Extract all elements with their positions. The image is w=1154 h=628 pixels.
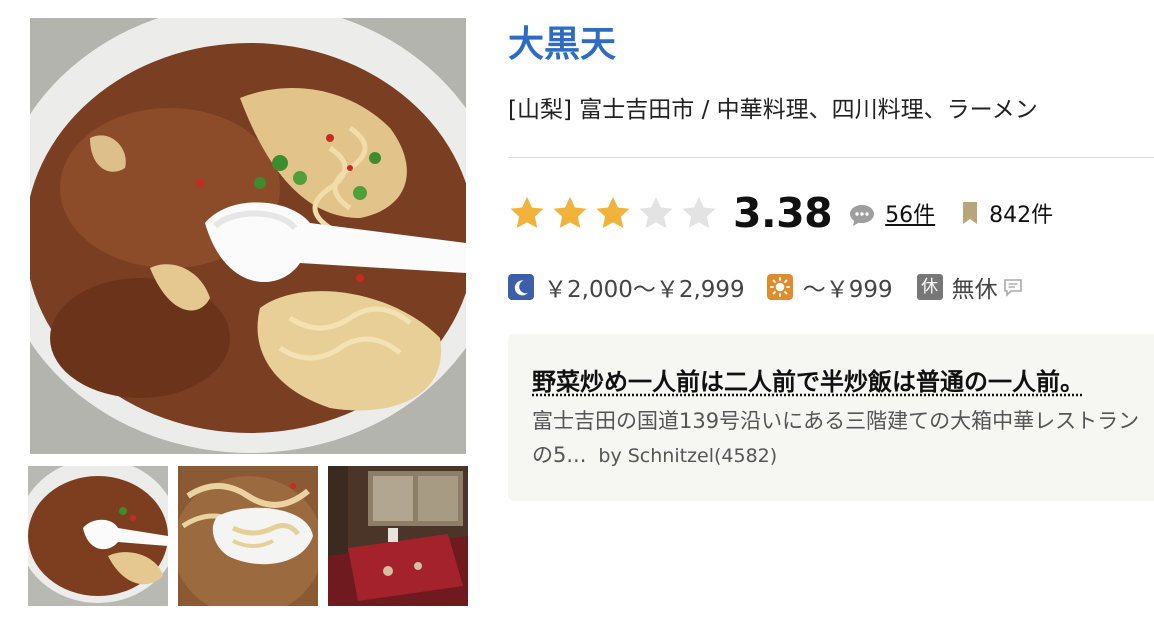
shop-info-panel: 大黒天 [山梨] 富士吉田市 / 中華料理、四川料理、ラーメン 3.38 56件 xyxy=(508,0,1154,628)
noodles-spoon-image xyxy=(178,466,318,606)
review-author-link[interactable]: by Schnitzel(4582) xyxy=(598,445,777,467)
ramen-thumb-image xyxy=(28,466,168,606)
star-rating xyxy=(508,194,723,232)
holiday-text: 無休 xyxy=(952,270,998,304)
bookmark-count: 842件 xyxy=(989,197,1053,229)
sun-icon xyxy=(767,274,793,300)
budget-row: ￥2,000～￥2,999 ～￥999 休 無休 xyxy=(508,267,1024,307)
shop-name-link[interactable]: 大黒天 xyxy=(508,20,616,70)
review-excerpt-line-2: の5... by Schnitzel(4582) xyxy=(532,438,1154,473)
comment-note-icon[interactable] xyxy=(1002,277,1024,299)
restaurant-interior-image xyxy=(328,466,468,606)
star-icon xyxy=(594,194,632,232)
area-genre-text: [山梨] 富士吉田市 / 中華料理、四川料理、ラーメン xyxy=(508,92,1038,128)
bookmark-icon xyxy=(961,200,979,226)
divider xyxy=(508,157,1154,158)
moon-icon xyxy=(508,274,534,300)
star-icon xyxy=(508,194,546,232)
speech-bubble-icon xyxy=(848,202,876,228)
review-excerpt: 富士吉田の国道139号沿いにある三階建ての大箱中華レストラン の5... by S… xyxy=(532,404,1154,473)
star-icon xyxy=(680,194,718,232)
rating-row: 3.38 56件 842件 xyxy=(508,185,1053,241)
thumbnail-ramen-2[interactable] xyxy=(178,466,318,606)
star-icon xyxy=(637,194,675,232)
review-count-link[interactable]: 56件 xyxy=(885,197,935,229)
holiday-badge-icon: 休 xyxy=(917,274,943,300)
thumbnail-ramen-1[interactable] xyxy=(28,466,168,606)
ramen-bowl-image xyxy=(30,18,466,454)
review-summary-box: 野菜炒め一人前は二人前で半炒飯は普通の一人前。 富士吉田の国道139号沿いにある… xyxy=(508,334,1154,501)
thumbnail-interior[interactable] xyxy=(328,466,468,606)
review-title-link[interactable]: 野菜炒め一人前は二人前で半炒飯は普通の一人前。 xyxy=(532,362,1084,397)
review-excerpt-text: の5... xyxy=(532,443,586,467)
review-excerpt-line-1: 富士吉田の国道139号沿いにある三階建ての大箱中華レストラン xyxy=(532,404,1154,438)
rating-score: 3.38 xyxy=(733,189,832,237)
main-photo-ramen[interactable] xyxy=(30,18,466,454)
lunch-budget: ～￥999 xyxy=(803,270,893,304)
dinner-budget: ￥2,000～￥2,999 xyxy=(544,270,745,304)
star-icon xyxy=(551,194,589,232)
